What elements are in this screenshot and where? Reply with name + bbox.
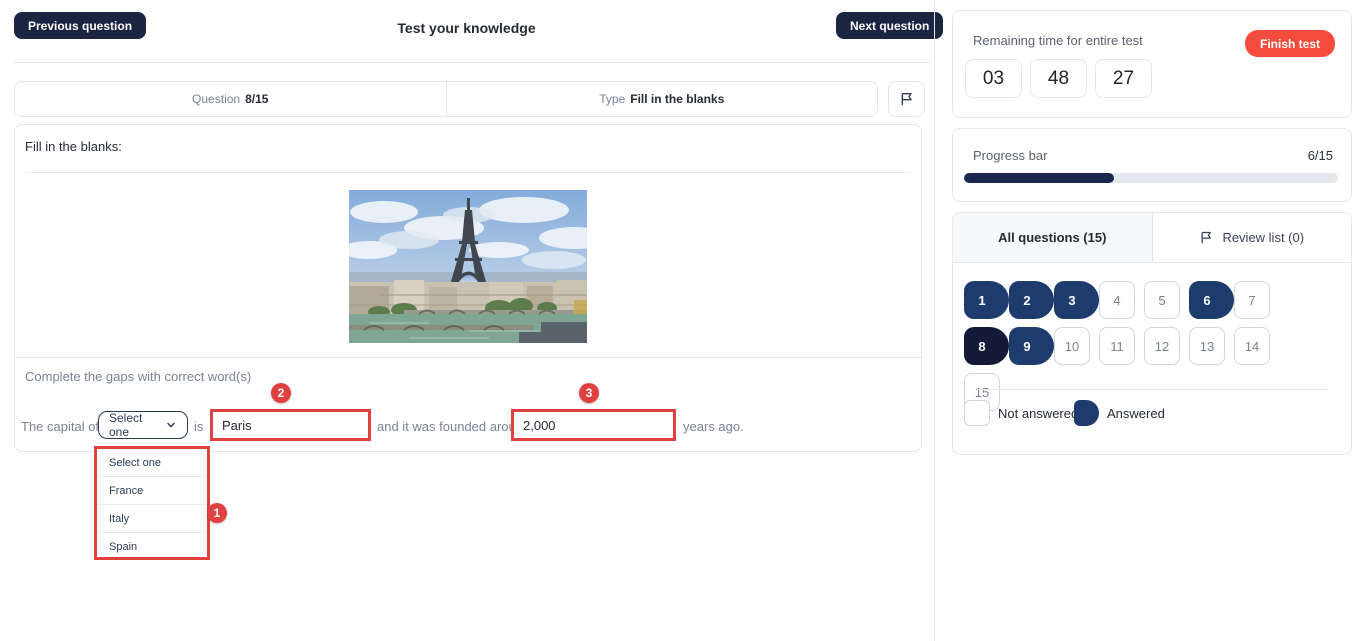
question-grid: 123456789101112131415 xyxy=(964,281,1294,419)
sentence-part1: The capital of xyxy=(21,419,99,434)
dropdown-option-italy[interactable]: Italy xyxy=(97,505,207,533)
timer-hours: 03 xyxy=(965,59,1022,98)
annotation-circle-1: 1 xyxy=(207,503,227,523)
question-counter: Question 8/15 xyxy=(15,82,446,116)
question-badge-7[interactable]: 7 xyxy=(1234,281,1270,319)
not-answered-icon xyxy=(964,400,990,426)
timer-card: Remaining time for entire test Finish te… xyxy=(952,10,1352,118)
question-type: Type Fill in the blanks xyxy=(447,82,878,116)
finish-test-button[interactable]: Finish test xyxy=(1245,30,1335,57)
page-title: Test your knowledge xyxy=(0,20,933,36)
city-input[interactable]: Paris xyxy=(213,418,252,433)
annotation-box-3: 2,000 3 xyxy=(511,409,676,441)
country-select-value: Select one xyxy=(109,411,157,439)
flag-icon xyxy=(1199,230,1214,245)
progress-label: Progress bar xyxy=(973,148,1047,163)
question-badge-11[interactable]: 11 xyxy=(1099,327,1135,365)
not-answered-label: Not answered xyxy=(998,406,1078,421)
tab-review-list-label: Review list (0) xyxy=(1222,230,1304,245)
country-select[interactable]: Select one xyxy=(98,411,188,439)
chevron-down-icon xyxy=(165,419,177,431)
question-badge-4[interactable]: 4 xyxy=(1099,281,1135,319)
dropdown-option-spain[interactable]: Spain xyxy=(97,533,207,561)
prompt-divider xyxy=(25,172,911,173)
legend-divider xyxy=(977,389,1329,390)
annotation-box-2: Paris 2 xyxy=(210,409,371,441)
question-prompt: Fill in the blanks: xyxy=(25,139,122,154)
question-badge-2[interactable]: 2 xyxy=(1009,281,1054,319)
question-badge-13[interactable]: 13 xyxy=(1189,327,1225,365)
timer-label: Remaining time for entire test xyxy=(973,33,1143,48)
gap-instruction: Complete the gaps with correct word(s) xyxy=(25,369,251,384)
next-question-button[interactable]: Next question xyxy=(836,12,943,39)
type-value: Fill in the blanks xyxy=(630,92,724,106)
image-divider xyxy=(15,357,923,358)
sentence-part3: and it was founded around xyxy=(377,419,530,434)
dropdown-option-select-one[interactable]: Select one xyxy=(97,449,207,477)
questions-tabs: All questions (15) Review list (0) xyxy=(953,213,1351,263)
question-badge-1[interactable]: 1 xyxy=(964,281,1009,319)
flag-icon xyxy=(899,91,915,107)
type-label: Type xyxy=(599,92,625,106)
question-badge-8[interactable]: 8 xyxy=(964,327,1009,365)
tab-all-questions-label: All questions (15) xyxy=(998,230,1106,245)
dropdown-option-france[interactable]: France xyxy=(97,477,207,505)
tab-all-questions[interactable]: All questions (15) xyxy=(953,213,1152,262)
question-badge-6[interactable]: 6 xyxy=(1189,281,1234,319)
progress-card: Progress bar 6/15 xyxy=(952,128,1352,202)
question-label: Question xyxy=(192,92,240,106)
panel-divider xyxy=(934,0,935,641)
test-page: Previous question Test your knowledge Ne… xyxy=(0,0,1366,641)
sentence-part4: years ago. xyxy=(683,419,744,434)
answered-icon xyxy=(1074,400,1099,426)
progress-value: 6/15 xyxy=(1308,148,1333,163)
progress-bar-fill xyxy=(964,173,1114,183)
sentence-part2: is xyxy=(194,419,203,434)
question-badge-14[interactable]: 14 xyxy=(1234,327,1270,365)
dropdown-menu: Select oneFranceItalySpain xyxy=(94,446,210,560)
question-value: 8/15 xyxy=(245,92,268,106)
annotation-circle-3: 3 xyxy=(579,383,599,403)
question-badge-9[interactable]: 9 xyxy=(1009,327,1054,365)
question-badge-10[interactable]: 10 xyxy=(1054,327,1090,365)
question-card: Fill in the blanks: xyxy=(14,124,922,452)
answered-label: Answered xyxy=(1107,406,1165,421)
question-meta-bar: Question 8/15 Type Fill in the blanks xyxy=(14,81,878,117)
years-input[interactable]: 2,000 xyxy=(514,418,556,433)
flag-question-button[interactable] xyxy=(888,81,925,117)
questions-card: All questions (15) Review list (0) 12345… xyxy=(952,212,1352,455)
question-badge-3[interactable]: 3 xyxy=(1054,281,1099,319)
question-image xyxy=(349,190,587,343)
question-badge-5[interactable]: 5 xyxy=(1144,281,1180,319)
question-badge-12[interactable]: 12 xyxy=(1144,327,1180,365)
progress-bar xyxy=(964,173,1338,183)
annotation-circle-2: 2 xyxy=(271,383,291,403)
timer-minutes: 48 xyxy=(1030,59,1087,98)
header-divider xyxy=(14,62,930,63)
timer-seconds: 27 xyxy=(1095,59,1152,98)
tab-review-list[interactable]: Review list (0) xyxy=(1152,213,1352,262)
